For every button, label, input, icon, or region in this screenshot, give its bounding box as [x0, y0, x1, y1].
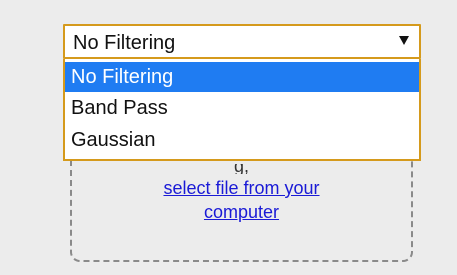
option-band-pass[interactable]: Band Pass	[65, 93, 419, 123]
select-file-link[interactable]: select file from your computer	[127, 176, 357, 224]
option-no-filtering[interactable]: No Filtering	[65, 62, 419, 92]
chevron-down-icon	[399, 36, 409, 45]
drop-zone-hidden-text: g,	[233, 164, 249, 174]
filter-options-menu: No Filtering Band Pass Gaussian	[63, 59, 421, 161]
filter-panel: g, select file from your computer No Fil…	[0, 0, 457, 275]
filter-select-value: No Filtering	[73, 32, 176, 54]
drop-zone-text: g, select file from your computer	[72, 164, 411, 224]
file-drop-zone[interactable]: g, select file from your computer	[70, 150, 413, 262]
filter-select[interactable]: No Filtering	[63, 24, 421, 59]
option-gaussian[interactable]: Gaussian	[65, 125, 419, 155]
